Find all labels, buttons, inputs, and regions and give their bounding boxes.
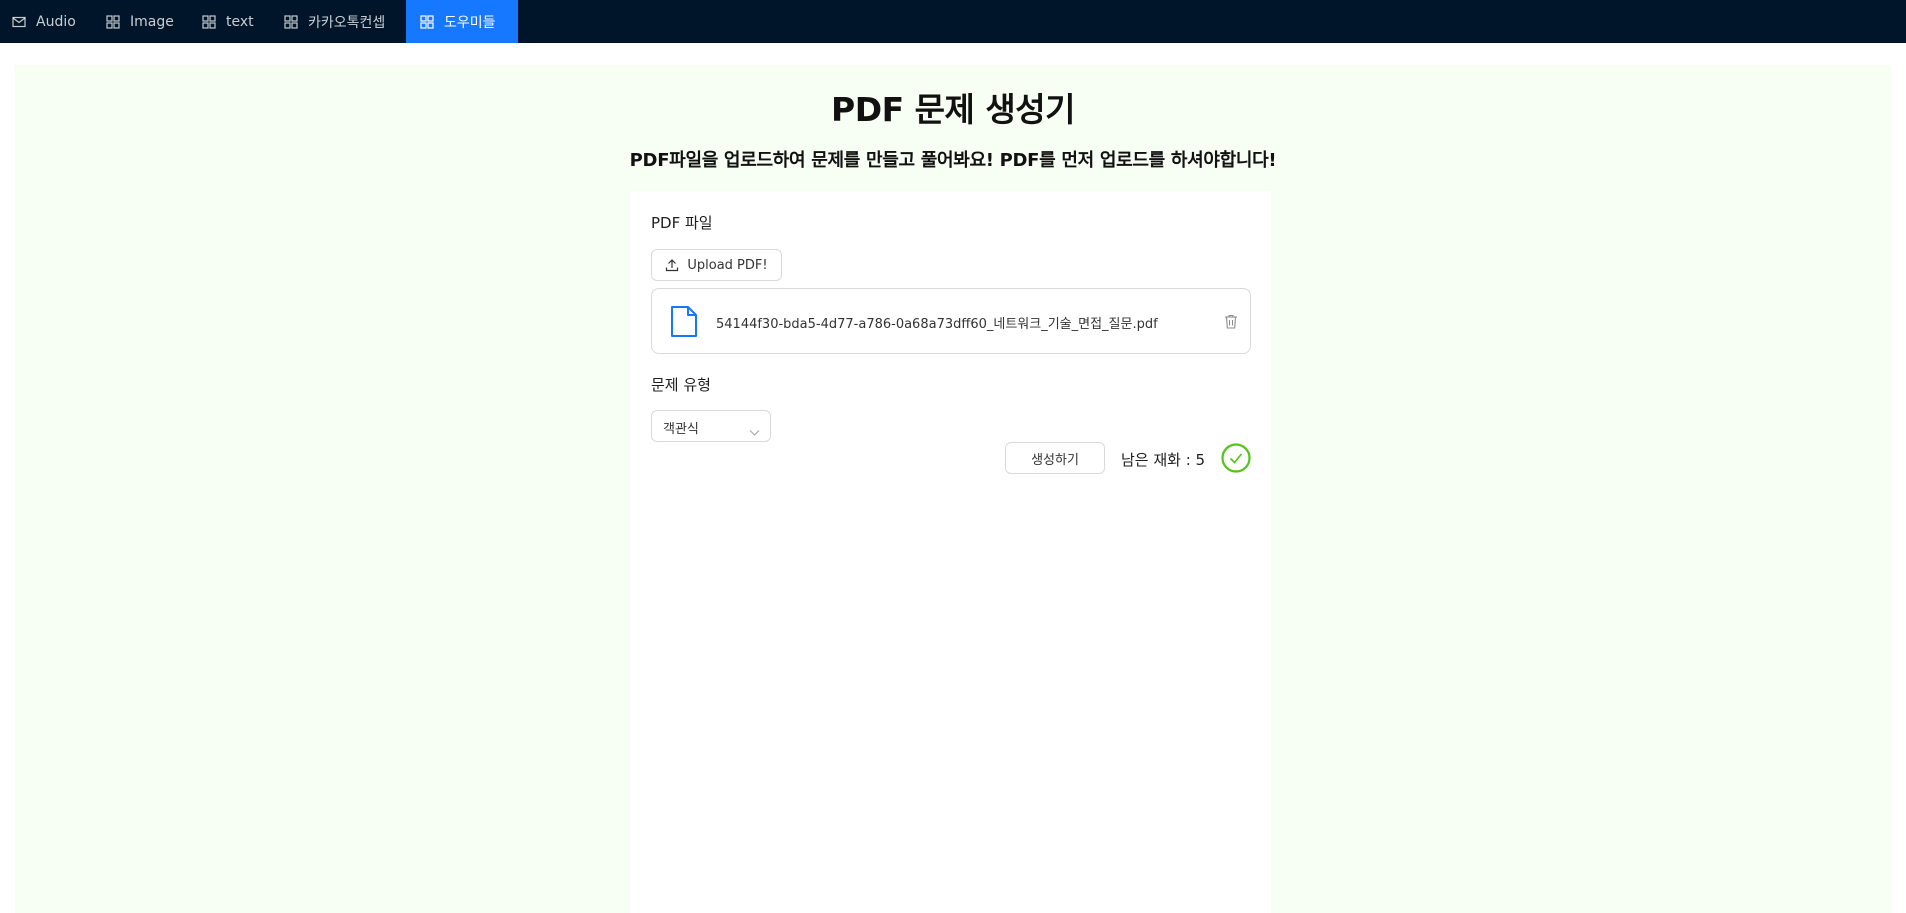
pdf-file-label: PDF 파일	[651, 214, 713, 232]
mail-icon	[12, 15, 26, 29]
uploaded-file-item: 54144f30-bda5-4d77-a786-0a68a73dff60_네트워…	[651, 288, 1251, 354]
nav-item-label: Image	[130, 13, 174, 30]
question-type-label: 문제 유형	[651, 376, 711, 394]
select-value: 객관식	[663, 422, 699, 437]
nav-item-audio[interactable]: Audio	[0, 0, 93, 43]
pdf-question-form: PDF 파일 Upload PDF! 54144f30-bda5-4d77-a7…	[630, 191, 1271, 913]
generate-button[interactable]: 생성하기	[1005, 442, 1105, 474]
nav-item-image[interactable]: Image	[93, 0, 192, 43]
file-name: 54144f30-bda5-4d77-a786-0a68a73dff60_네트워…	[716, 317, 1158, 332]
top-navigation: Audio Image text 카카오톡컨셉 도우미들	[0, 0, 1906, 43]
nav-item-text[interactable]: text	[192, 0, 274, 43]
question-type-select[interactable]: 객관식	[651, 410, 771, 442]
nav-item-helpers[interactable]: 도우미들	[406, 0, 518, 43]
nav-item-label: 카카오톡컨셉	[308, 14, 386, 31]
file-icon	[670, 305, 698, 338]
remaining-credits: 남은 재화 : 5	[1121, 451, 1206, 469]
appstore-icon	[106, 14, 120, 29]
nav-item-kakaotalk-concept[interactable]: 카카오톡컨셉	[274, 0, 406, 43]
chevron-down-icon	[749, 422, 760, 436]
page-subtitle: PDF파일을 업로드하여 문제를 만들고 풀어봐요! PDF를 먼저 업로드를 …	[629, 150, 1277, 171]
generate-button-label: 생성하기	[1031, 452, 1079, 468]
delete-icon[interactable]	[1224, 314, 1238, 329]
appstore-icon	[284, 14, 298, 29]
nav-item-label: 도우미들	[444, 14, 496, 31]
page-title: PDF 문제 생성기	[831, 90, 1075, 129]
appstore-icon	[420, 14, 434, 29]
nav-item-label: text	[226, 13, 254, 30]
upload-pdf-button[interactable]: Upload PDF!	[651, 249, 782, 281]
upload-icon	[665, 258, 679, 272]
check-circle-icon	[1221, 443, 1251, 473]
upload-button-label: Upload PDF!	[687, 257, 768, 273]
appstore-icon	[202, 14, 216, 29]
nav-item-label: Audio	[36, 13, 76, 30]
